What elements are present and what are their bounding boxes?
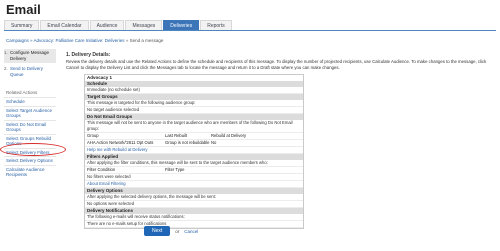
next-button[interactable]: Next <box>144 226 171 236</box>
action-select-rebuild-options[interactable]: Select Groups Rebuild Options <box>4 133 56 148</box>
target-groups-note: This message is targeted for the followi… <box>85 100 303 107</box>
delivery-options-value: No options were selected <box>85 201 303 208</box>
column-header-filter-type: Filter Type <box>165 167 185 172</box>
tab-email-calendar[interactable]: Email Calendar <box>40 20 89 30</box>
tab-reports[interactable]: Reports <box>200 20 232 30</box>
column-header-filter-condition: Filter Condition <box>87 167 116 172</box>
or-separator: or <box>175 228 180 234</box>
cancel-link[interactable]: Cancel <box>184 229 198 234</box>
filters-note: After applying the filter conditions, th… <box>85 160 303 167</box>
last-rebuilt-value: Group is not rebuildable <box>165 140 210 145</box>
delivery-instructions: Review the delivery details and use the … <box>66 59 487 70</box>
tab-bar: Summary Email Calendar Audience Messages… <box>4 20 496 31</box>
delivery-options-note: After applying the selected delivery opt… <box>85 194 303 201</box>
step-send-to-queue[interactable]: 2. Send to Delivery Queue <box>4 66 56 78</box>
step-label: Configure Message Delivery <box>10 50 50 61</box>
action-select-delivery-filters[interactable]: Select Delivery Filters <box>4 147 56 157</box>
app-title: Email <box>6 2 41 17</box>
rebuild-help-link[interactable]: Help me with Rebuild at Delivery <box>85 147 303 154</box>
tab-summary[interactable]: Summary <box>4 20 40 30</box>
breadcrumb-link[interactable]: Campaigns » Advocacy: Palliative Care In… <box>6 38 125 43</box>
action-calculate-audience[interactable]: Calculate Audience Recipients <box>4 164 56 179</box>
do-not-email-header-row: Group Last Rebuilt Rebuild at Delivery <box>85 133 303 140</box>
delivery-details-title: 1. Delivery Details: <box>66 52 111 58</box>
rebuild-value: No <box>211 140 217 145</box>
column-header-last-rebuilt: Last Rebuilt <box>165 133 188 138</box>
table-row: AHA Action Network/'2811 Opt Outs Group … <box>85 140 303 147</box>
action-select-delivery-options[interactable]: Select Delivery Options <box>4 156 56 165</box>
column-header-group: Group <box>87 133 99 138</box>
filters-header-row: Filter Condition Filter Type <box>85 167 303 174</box>
sidebar: 1. Configure Message Delivery 2. Send to… <box>4 49 56 179</box>
related-actions-title: Related Actions <box>6 90 38 95</box>
filters-value: No filters were selected <box>85 174 303 181</box>
main-content: 1. Delivery Details: Review the delivery… <box>66 52 494 70</box>
group-name: AHA Action Network/'2811 Opt Outs <box>87 140 154 145</box>
tab-audience[interactable]: Audience <box>89 20 125 30</box>
breadcrumb: Campaigns » Advocacy: Palliative Care In… <box>6 38 163 43</box>
do-not-email-note: This message will not be sent to anyone … <box>85 120 303 133</box>
target-groups-value: No target audience selected <box>85 107 303 114</box>
email-filtering-link[interactable]: About Email Filtering <box>85 181 303 188</box>
notifications-note: The following e-mails will receive statu… <box>85 214 303 221</box>
breadcrumb-current: » Send a message <box>124 38 164 43</box>
action-select-do-not-email-groups[interactable]: Select Do Not Email Groups <box>4 119 56 134</box>
schedule-value: Immediate (no schedule set) <box>85 87 303 94</box>
tab-deliveries[interactable]: Deliveries <box>163 20 200 30</box>
form-actions: Next or Cancel <box>144 226 198 236</box>
step-configure-delivery[interactable]: 1. Configure Message Delivery <box>4 49 56 63</box>
action-schedule[interactable]: Schedule <box>4 97 56 106</box>
action-select-target-groups[interactable]: Select Target Audience Groups <box>4 105 56 120</box>
tab-messages[interactable]: Messages <box>125 20 163 30</box>
delivery-details-table: Advocacy 1 Schedule Immediate (no schedu… <box>84 74 304 229</box>
step-label: Send to Delivery Queue <box>10 66 44 77</box>
column-header-rebuild: Rebuild at Delivery <box>211 133 247 138</box>
